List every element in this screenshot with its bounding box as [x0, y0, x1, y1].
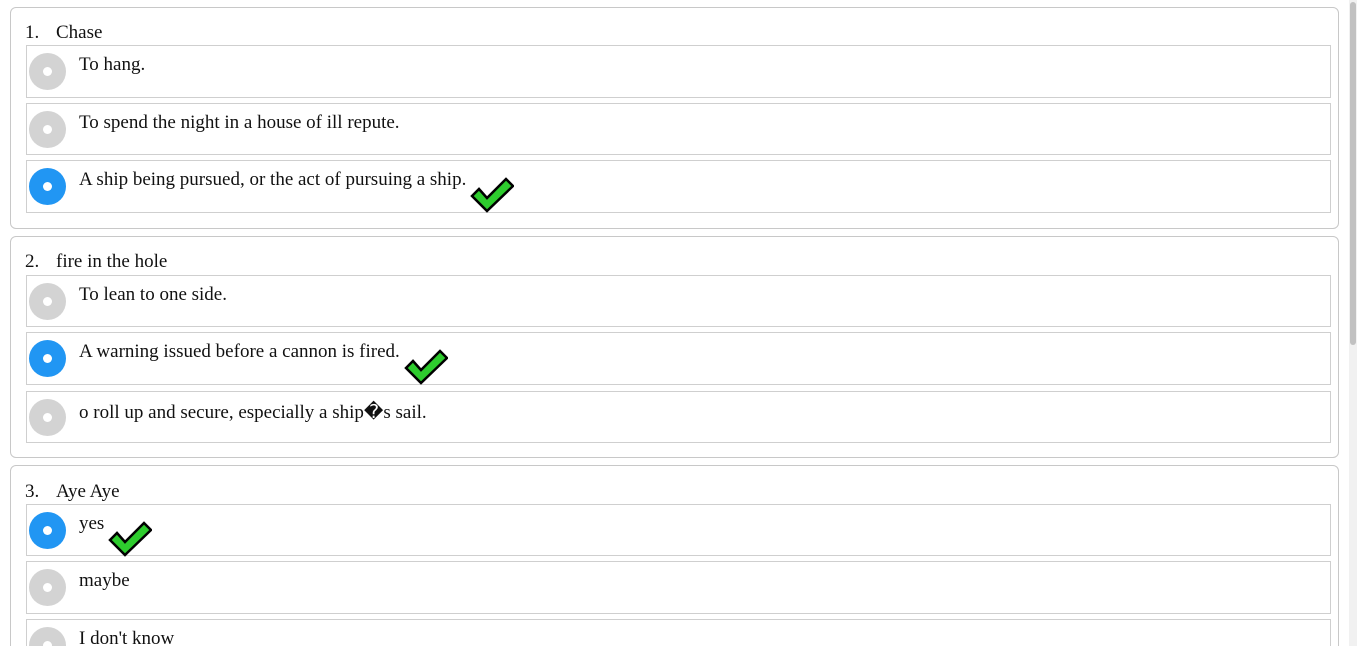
- question-text: Chase: [56, 22, 103, 43]
- radio-unselected-icon[interactable]: [29, 627, 66, 646]
- question-title: 1. Chase: [25, 22, 102, 44]
- question-text: Aye Aye: [56, 481, 120, 502]
- radio-selected-icon[interactable]: [29, 512, 66, 549]
- answer-option-label: To lean to one side.: [79, 284, 227, 305]
- question-title: 3. Aye Aye: [25, 481, 120, 503]
- question-card: 3. Aye Aye yes maybe I don't know: [10, 465, 1339, 646]
- radio-unselected-icon[interactable]: [29, 569, 66, 606]
- answer-option-label: yes: [79, 513, 153, 557]
- answer-option[interactable]: o roll up and secure, especially a ship�…: [26, 391, 1331, 443]
- scrollbar-thumb[interactable]: [1350, 2, 1356, 345]
- question-card: 1. Chase To hang. To spend the night in a…: [10, 7, 1339, 229]
- answer-option[interactable]: To hang.: [26, 45, 1331, 98]
- quiz-page: 1. Chase To hang. To spend the night in a…: [0, 0, 1349, 646]
- answer-option[interactable]: A ship being pursued, or the act of purs…: [26, 160, 1331, 213]
- answer-option-label: A ship being pursued, or the act of purs…: [79, 169, 515, 213]
- checkmark-icon: [108, 521, 153, 557]
- radio-unselected-icon[interactable]: [29, 399, 66, 436]
- question-number: 3.: [25, 481, 40, 502]
- radio-unselected-icon[interactable]: [29, 111, 66, 148]
- checkmark-icon: [404, 349, 448, 385]
- checkmark-icon: [470, 177, 515, 213]
- question-text: fire in the hole: [56, 251, 168, 272]
- radio-unselected-icon[interactable]: [29, 283, 66, 320]
- answer-option[interactable]: To lean to one side.: [26, 275, 1331, 327]
- radio-selected-icon[interactable]: [29, 340, 66, 377]
- answer-option-label: A warning issued before a cannon is fire…: [79, 341, 448, 385]
- question-card: 2. fire in the hole To lean to one side. …: [10, 236, 1339, 458]
- answer-option-label: To hang.: [79, 54, 146, 75]
- vertical-scrollbar[interactable]: [1349, 0, 1357, 646]
- answer-option-label: I don't know: [79, 628, 175, 646]
- question-number: 1.: [25, 22, 40, 43]
- question-title: 2. fire in the hole: [25, 251, 167, 273]
- answer-option-label: To spend the night in a house of ill rep…: [79, 112, 400, 133]
- answer-option[interactable]: To spend the night in a house of ill rep…: [26, 103, 1331, 155]
- radio-selected-icon[interactable]: [29, 168, 66, 205]
- answer-option[interactable]: maybe: [26, 561, 1331, 614]
- radio-unselected-icon[interactable]: [29, 53, 66, 90]
- question-number: 2.: [25, 251, 40, 272]
- answer-option-label: o roll up and secure, especially a ship�…: [79, 402, 427, 423]
- answer-option-label: maybe: [79, 570, 130, 591]
- answer-option[interactable]: A warning issued before a cannon is fire…: [26, 332, 1331, 385]
- answer-option[interactable]: I don't know: [26, 619, 1331, 646]
- answer-option[interactable]: yes: [26, 504, 1331, 557]
